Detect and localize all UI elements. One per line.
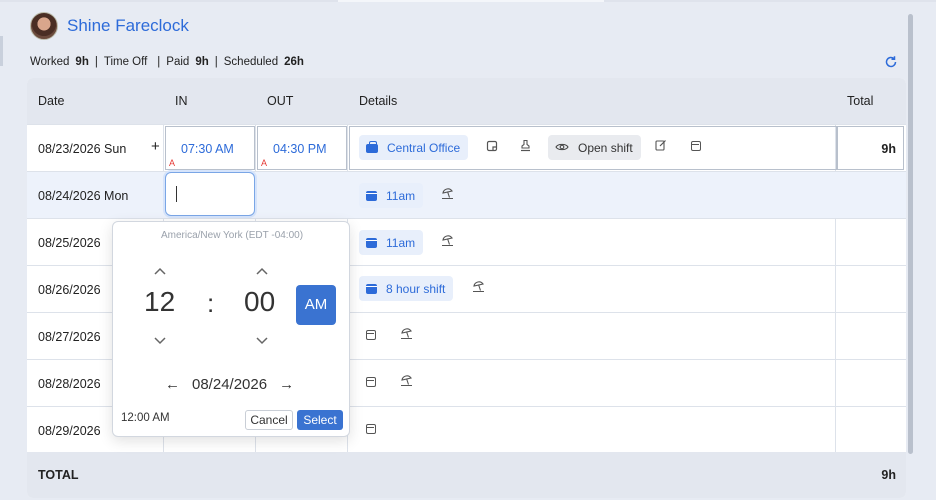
beach-icon[interactable] [399, 375, 413, 390]
separator: | [94, 56, 98, 68]
note-icon[interactable] [485, 140, 499, 155]
next-date-arrow-icon[interactable]: → [279, 376, 294, 393]
select-button[interactable]: Select [297, 410, 343, 430]
clock-out-cell[interactable]: 04:30 PM A [257, 126, 347, 170]
calendar-icon[interactable] [689, 140, 703, 154]
stamp-icon[interactable] [518, 139, 532, 155]
timeoff-label: Time Off [103, 56, 148, 68]
prev-date-arrow-icon[interactable]: ← [165, 376, 180, 393]
refresh-icon[interactable] [883, 55, 899, 71]
clock-in-cell[interactable]: 07:30 AM A [165, 126, 255, 170]
user-name[interactable]: Shine Fareclock [67, 16, 189, 36]
calendar-icon[interactable] [364, 423, 378, 437]
row-date: 08/23/2026 Sun [38, 142, 127, 156]
time-picker: America/New York (EDT -04:00) 12 : 00 AM… [112, 221, 350, 437]
total-label: TOTAL [38, 468, 79, 482]
location-chip[interactable]: Central Office [359, 135, 469, 160]
date-navigator: ← 08/24/2026 → [165, 376, 294, 393]
calendar-icon[interactable] [364, 329, 378, 343]
table-row[interactable]: 08/23/2026 Sun + 07:30 AM A 04:30 PM A C… [27, 124, 906, 171]
hour-value[interactable]: 12 [144, 286, 175, 318]
shift-label: 8 hour shift [386, 281, 446, 296]
briefcase-icon [366, 141, 378, 153]
scheduled-label: Scheduled [223, 56, 279, 68]
table-header: Date IN OUT Details Total [27, 78, 906, 124]
beach-icon[interactable] [471, 281, 485, 296]
minute-value[interactable]: 00 [244, 286, 275, 318]
hours-summary: Worked 9h | Time Off | Paid 9h | Schedul… [30, 56, 304, 68]
calendar-icon[interactable] [364, 376, 378, 390]
text-caret [176, 186, 178, 202]
row-date: 08/28/2026 [38, 377, 101, 391]
calendar-icon [366, 283, 377, 294]
avatar[interactable] [30, 12, 58, 40]
beach-icon[interactable] [440, 188, 454, 203]
beach-icon[interactable] [440, 235, 454, 250]
left-edge-tab [0, 36, 3, 66]
clock-in-time[interactable]: 07:30 AM [181, 142, 234, 156]
col-details: Details [359, 94, 398, 108]
shift-chip[interactable]: 11am [359, 230, 424, 255]
total-row: TOTAL 9h [27, 452, 906, 498]
row-date: 08/29/2026 [38, 424, 101, 438]
top-band [0, 0, 936, 2]
minute-down-chevron-icon[interactable] [252, 332, 272, 348]
grand-total: 9h [881, 468, 896, 482]
separator: | [157, 56, 161, 68]
scrollbar[interactable] [908, 14, 913, 454]
open-shift-label: Open shift [578, 140, 633, 155]
row-total: 9h [881, 142, 896, 156]
out-flag: A [261, 158, 268, 168]
timezone-label: America/New York (EDT -04:00) [160, 230, 304, 241]
beach-icon[interactable] [399, 328, 413, 343]
shift-label: 11am [386, 235, 416, 250]
row-date: 08/24/2026 Mon [38, 189, 129, 203]
time-colon: : [207, 288, 215, 318]
calendar-icon [366, 237, 377, 248]
paid-label: Paid [166, 56, 190, 68]
table-row[interactable]: 08/24/2026 Mon 11am [27, 171, 906, 218]
row-date: 08/25/2026 [38, 236, 101, 250]
separator: | [214, 56, 218, 68]
col-out: OUT [267, 94, 294, 108]
selected-time-readout: 12:00 AM [121, 412, 170, 424]
paid-value: 9h [195, 56, 209, 68]
shift-chip[interactable]: 8 hour shift [359, 276, 454, 301]
clock-in-input[interactable] [165, 172, 255, 216]
user-header: Shine Fareclock [30, 10, 189, 42]
shift-chip[interactable]: 11am [359, 183, 424, 208]
open-shift-chip[interactable]: Open shift [548, 135, 641, 160]
add-entry-button[interactable]: + [151, 138, 160, 155]
ampm-toggle-button[interactable]: AM [296, 285, 336, 325]
in-flag: A [169, 158, 176, 168]
location-label: Central Office [387, 140, 461, 155]
worked-label: Worked [30, 56, 70, 68]
minute-up-chevron-icon[interactable] [252, 262, 272, 278]
edit-icon[interactable] [654, 139, 668, 154]
picker-date: 08/24/2026 [192, 376, 268, 393]
row-date: 08/27/2026 [38, 330, 101, 344]
row-date: 08/26/2026 [38, 283, 101, 297]
scheduled-value: 26h [284, 56, 304, 68]
col-in: IN [175, 94, 188, 108]
shift-label: 11am [386, 188, 416, 203]
clock-out-time[interactable]: 04:30 PM [273, 142, 327, 156]
hour-down-chevron-icon[interactable] [150, 332, 170, 348]
col-total: Total [847, 94, 874, 108]
hour-up-chevron-icon[interactable] [150, 262, 170, 278]
worked-value: 9h [75, 56, 89, 68]
col-date: Date [38, 94, 65, 108]
eye-icon [555, 141, 569, 155]
calendar-icon [366, 190, 377, 201]
cancel-button[interactable]: Cancel [245, 410, 293, 430]
